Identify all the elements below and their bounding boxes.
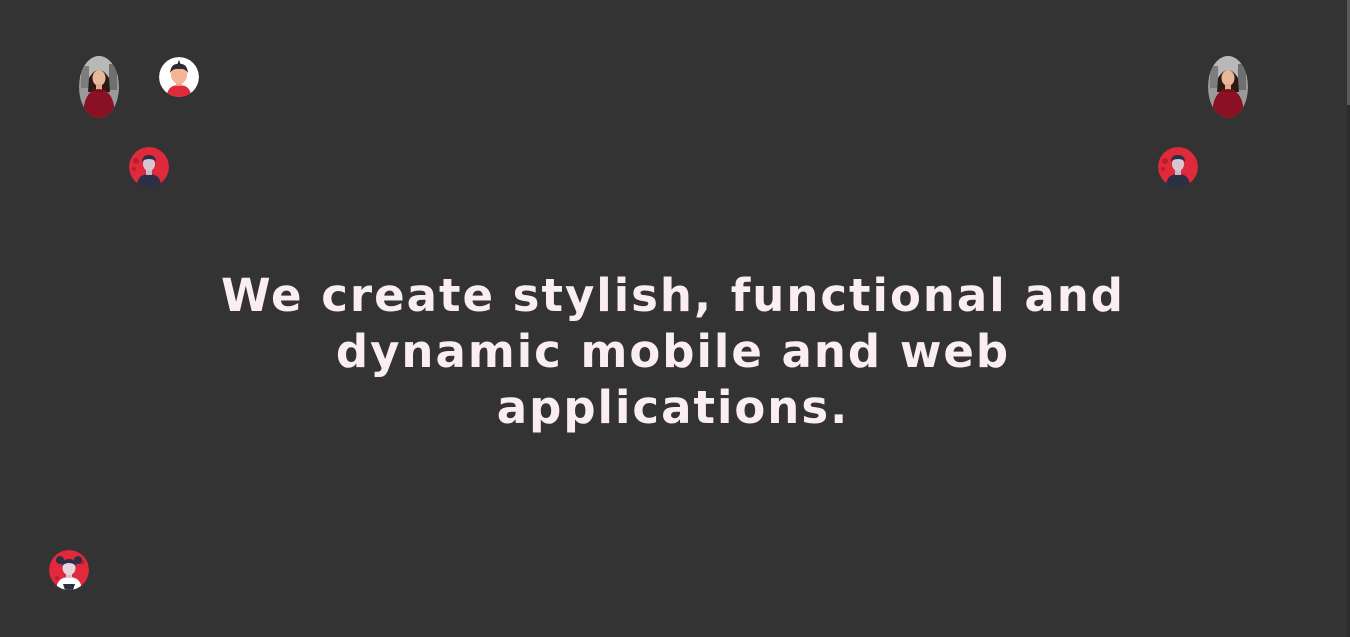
man-icon — [1158, 147, 1198, 187]
man-avatar — [1158, 147, 1198, 187]
man-icon — [129, 147, 169, 187]
hero-headline: We create stylish, functional and dynami… — [220, 269, 1125, 434]
boy-icon — [159, 57, 199, 97]
woman-photo-avatar — [1208, 56, 1248, 118]
woman-photo-icon — [1208, 56, 1248, 118]
girl-icon — [49, 550, 89, 590]
page: We create stylish, functional and dynami… — [0, 0, 1350, 637]
boy-avatar — [159, 57, 199, 97]
woman-photo-avatar — [79, 56, 119, 118]
girl-avatar — [49, 550, 89, 590]
woman-photo-icon — [79, 56, 119, 118]
man-avatar — [129, 147, 169, 187]
